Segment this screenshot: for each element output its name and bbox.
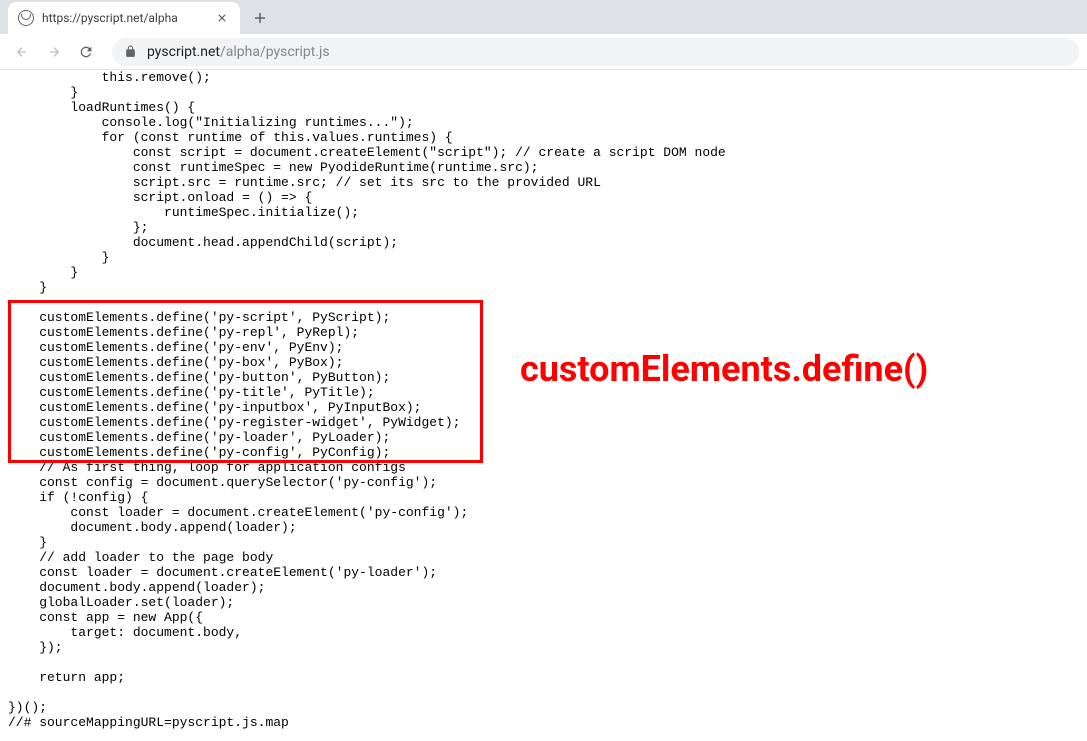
- browser-tab[interactable]: https://pyscript.net/alpha: [8, 2, 240, 34]
- browser-toolbar: pyscript.net/alpha/pyscript.js: [0, 34, 1087, 70]
- close-icon[interactable]: [214, 10, 230, 26]
- url-text: pyscript.net/alpha/pyscript.js: [147, 44, 330, 60]
- lock-icon: [124, 45, 137, 58]
- source-code: this.remove(); } loadRuntimes() { consol…: [0, 70, 1087, 730]
- page-content: this.remove(); } loadRuntimes() { consol…: [0, 70, 1087, 741]
- globe-icon: [18, 10, 34, 26]
- annotation-label: customElements.define(): [520, 348, 928, 390]
- url-path: /alpha/pyscript.js: [220, 44, 330, 60]
- tab-title: https://pyscript.net/alpha: [42, 11, 206, 25]
- url-host: pyscript.net: [147, 44, 220, 60]
- new-tab-button[interactable]: [246, 4, 274, 32]
- forward-button[interactable]: [40, 38, 68, 66]
- back-button[interactable]: [8, 38, 36, 66]
- browser-tab-bar: https://pyscript.net/alpha: [0, 0, 1087, 34]
- reload-button[interactable]: [72, 38, 100, 66]
- address-bar[interactable]: pyscript.net/alpha/pyscript.js: [112, 38, 1079, 66]
